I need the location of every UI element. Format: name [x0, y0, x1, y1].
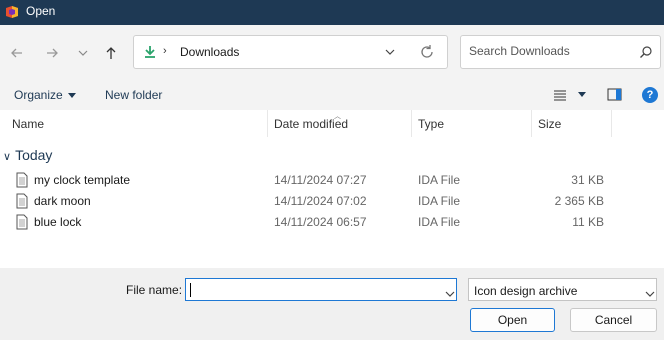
file-name: my clock template: [34, 173, 131, 187]
column-header-name[interactable]: Name: [6, 110, 268, 137]
caret-down-icon: [67, 93, 76, 99]
column-header-type[interactable]: Type: [412, 110, 532, 137]
organize-menu[interactable]: Organize: [14, 88, 76, 102]
file-name-dropdown[interactable]: [444, 287, 456, 301]
dialog-footer: File name: Icon design archive Open Canc…: [0, 268, 664, 340]
text-cursor: [190, 283, 191, 297]
chevron-down-icon: ∨: [3, 151, 12, 163]
file-icon: [16, 214, 28, 233]
column-header-date[interactable]: ︿ Date modified: [268, 110, 412, 137]
chevron-down-icon: [445, 291, 455, 297]
arrow-left-icon: [11, 48, 22, 58]
preview-pane-button[interactable]: [607, 88, 623, 105]
file-type-value: Icon design archive: [474, 284, 578, 298]
file-row[interactable]: my clock template 14/11/2024 07:27 IDA F…: [0, 170, 664, 191]
window-title: Open: [26, 4, 56, 18]
group-header-today[interactable]: ∨ Today: [3, 147, 52, 163]
search-icon[interactable]: [639, 45, 653, 62]
file-list: Name ︿ Date modified Type Size ∨ Today my…: [0, 110, 664, 268]
view-options-button[interactable]: [553, 88, 567, 105]
organize-label: Organize: [14, 88, 63, 102]
search-input[interactable]: [469, 44, 629, 58]
breadcrumb-separator: ›: [163, 45, 167, 57]
recent-locations-button[interactable]: [72, 42, 94, 64]
file-size: 11 KB: [572, 215, 604, 229]
title-bar: Open: [0, 0, 664, 25]
command-bar: Organize New folder ?: [0, 80, 664, 110]
download-icon: [142, 44, 158, 63]
view-dropdown-caret[interactable]: [578, 92, 586, 97]
file-type-dropdown[interactable]: [644, 287, 656, 301]
refresh-icon: [421, 45, 433, 58]
file-type: IDA File: [418, 173, 461, 187]
up-button[interactable]: [100, 42, 122, 64]
file-date: 14/11/2024 07:02: [274, 194, 367, 208]
file-name: blue lock: [34, 215, 82, 229]
group-label: Today: [15, 147, 53, 163]
column-header-size[interactable]: Size: [532, 110, 612, 137]
preview-pane-icon: [607, 88, 622, 101]
file-icon: [16, 172, 28, 191]
forward-button[interactable]: [41, 42, 63, 64]
help-button[interactable]: ?: [642, 87, 658, 103]
file-size: 2 365 KB: [554, 194, 604, 208]
file-icon: [16, 193, 28, 212]
search-box[interactable]: [460, 35, 661, 69]
file-date: 14/11/2024 06:57: [274, 215, 367, 229]
chevron-down-icon: [78, 50, 88, 56]
file-name-field[interactable]: [185, 278, 457, 301]
file-row[interactable]: blue lock 14/11/2024 06:57 IDA File 11 K…: [0, 212, 664, 233]
file-name-label: File name:: [126, 283, 183, 297]
file-date: 14/11/2024 07:27: [274, 173, 367, 187]
address-bar[interactable]: › Downloads: [133, 35, 448, 69]
sort-indicator-icon: ︿: [334, 113, 341, 120]
chevron-down-icon: [645, 291, 655, 297]
arrow-right-icon: [47, 48, 58, 58]
file-name: dark moon: [34, 194, 91, 208]
file-size: 31 KB: [571, 173, 604, 187]
app-icon: [4, 4, 20, 20]
list-view-icon: [554, 90, 566, 101]
open-button[interactable]: Open: [470, 308, 555, 332]
navigation-bar: › Downloads: [0, 25, 664, 80]
breadcrumb-downloads[interactable]: Downloads: [180, 45, 239, 59]
cancel-button[interactable]: Cancel: [570, 308, 657, 332]
address-history-dropdown[interactable]: [384, 46, 396, 61]
chevron-down-icon: [385, 49, 395, 55]
file-type-select[interactable]: Icon design archive: [468, 278, 657, 301]
new-folder-button[interactable]: New folder: [105, 88, 162, 102]
file-row[interactable]: dark moon 14/11/2024 07:02 IDA File 2 36…: [0, 191, 664, 212]
refresh-button[interactable]: [419, 44, 435, 63]
arrow-up-icon: [106, 47, 116, 59]
back-button[interactable]: [6, 42, 28, 64]
file-type: IDA File: [418, 215, 461, 229]
file-type: IDA File: [418, 194, 461, 208]
